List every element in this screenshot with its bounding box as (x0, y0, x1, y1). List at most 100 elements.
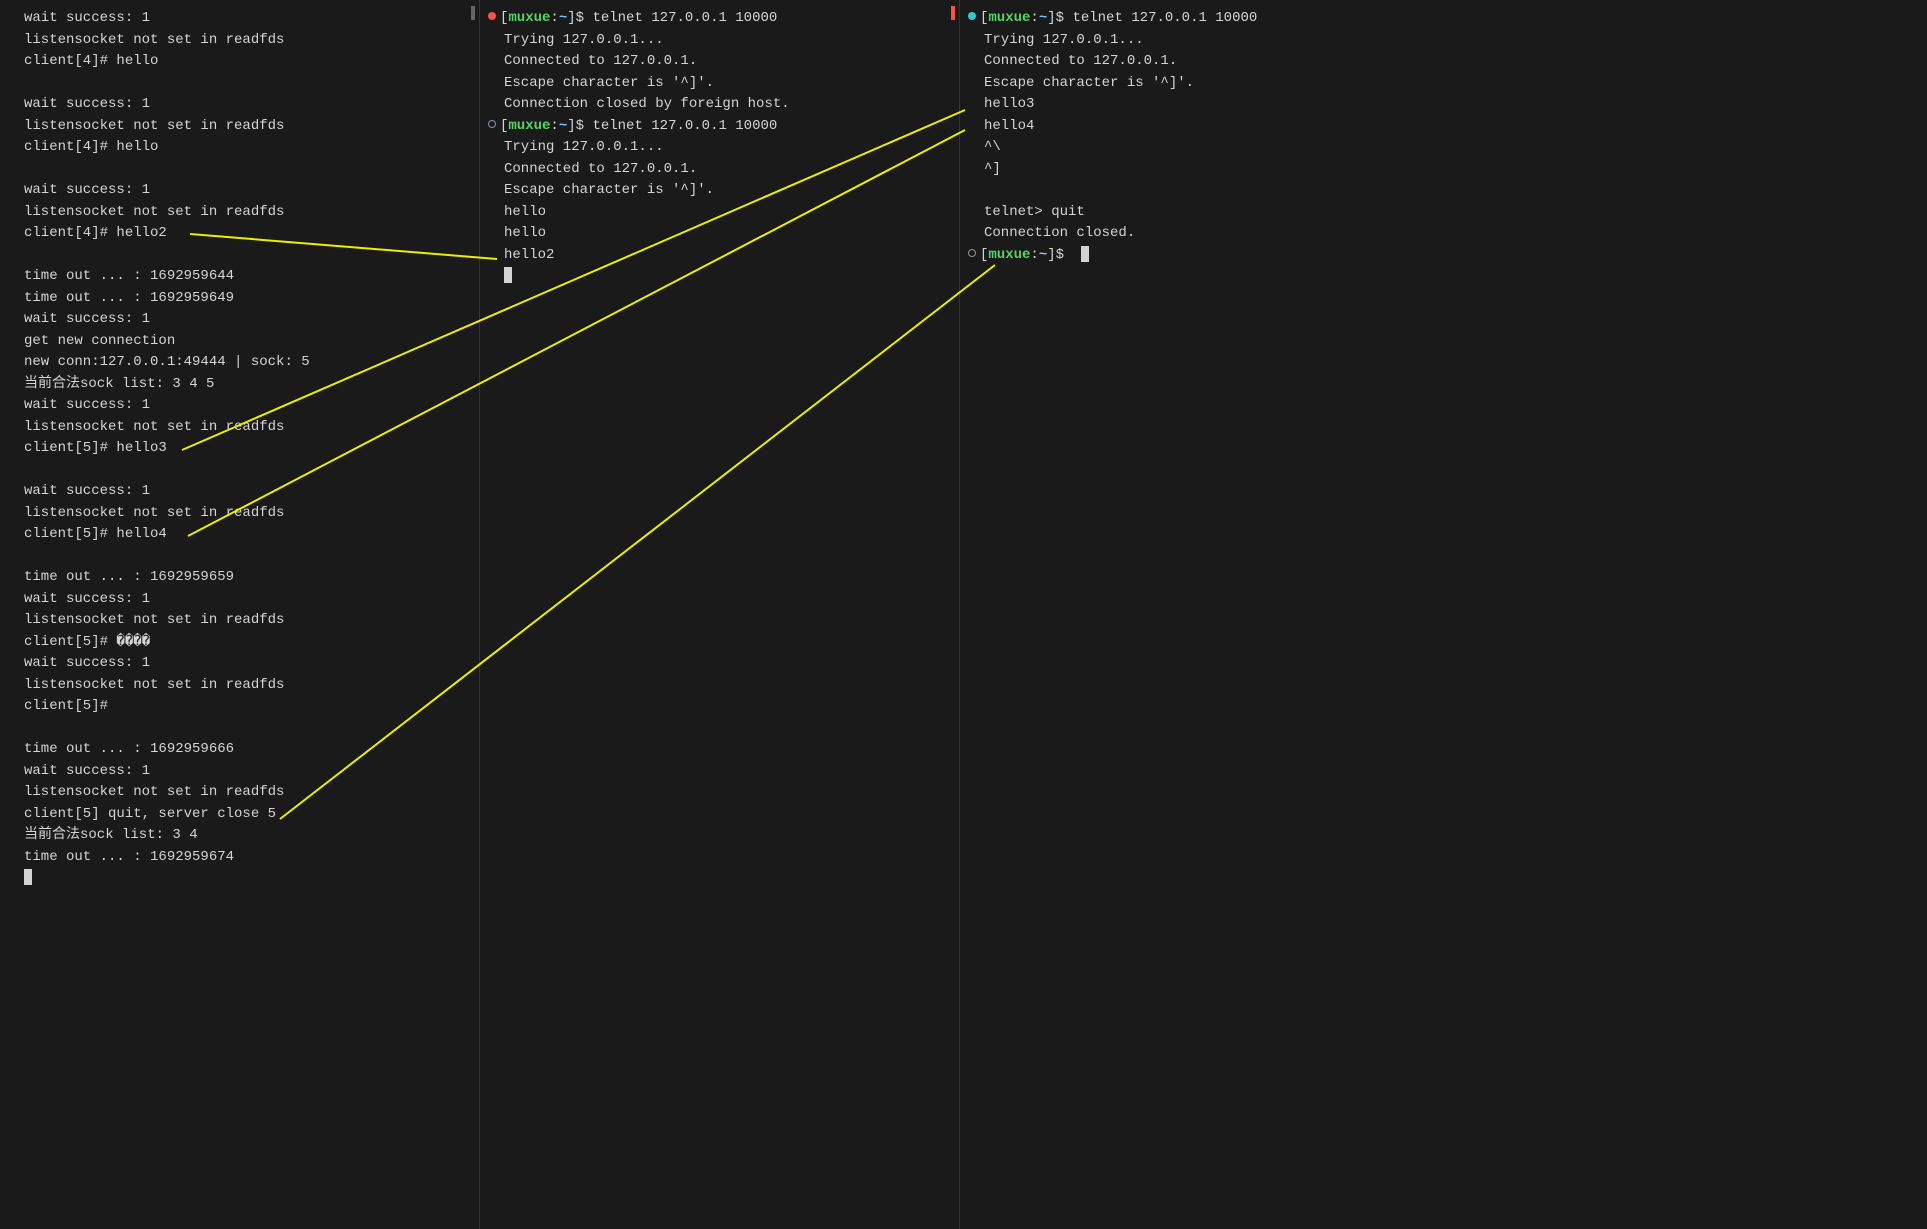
cursor-icon (1081, 246, 1089, 262)
terminal-line: hello (484, 202, 955, 224)
terminal-line: client[5] quit, server close 5 (4, 804, 475, 826)
terminal-line: time out ... : 1692959644 (4, 266, 475, 288)
terminal-line: ^] (964, 159, 1436, 181)
prompt-dollar: $ (1056, 10, 1073, 26)
prompt-path: ~ (559, 118, 567, 134)
prompt-close-bracket: ] (567, 118, 575, 134)
terminal-line: hello4 (964, 116, 1436, 138)
pane-indicator-icon (471, 6, 475, 20)
terminal-line (4, 546, 475, 568)
terminal-line: hello2 (484, 245, 955, 267)
prompt-colon: : (1030, 247, 1038, 263)
terminal-line: client[4]# hello2 (4, 223, 475, 245)
terminal-line: wait success: 1 (4, 309, 475, 331)
terminal-line: Trying 127.0.0.1... (484, 30, 955, 52)
terminal-output-right: [muxue:~]$ telnet 127.0.0.1 10000Trying … (964, 8, 1436, 266)
terminal-line: get new connection (4, 331, 475, 353)
terminal-output-left: wait success: 1listensocket not set in r… (4, 8, 475, 890)
terminal-line: listensocket not set in readfds (4, 202, 475, 224)
terminal-line: listensocket not set in readfds (4, 503, 475, 525)
terminal-line: [muxue:~]$ telnet 127.0.0.1 10000 (484, 116, 955, 138)
terminal-line: new conn:127.0.0.1:49444 | sock: 5 (4, 352, 475, 374)
terminal-line: time out ... : 1692959674 (4, 847, 475, 869)
terminal-line (484, 266, 955, 288)
terminal-pane-right[interactable]: [muxue:~]$ telnet 127.0.0.1 10000Trying … (960, 0, 1440, 1229)
terminal-line: client[4]# hello (4, 137, 475, 159)
terminal-line (4, 718, 475, 740)
prompt-dollar: $ (576, 10, 593, 26)
status-dot-icon (488, 12, 496, 20)
terminal-line (4, 868, 475, 890)
prompt-user: muxue (508, 118, 550, 134)
prompt-dollar: $ (576, 118, 593, 134)
terminal-line: hello (484, 223, 955, 245)
terminal-line: client[5]# (4, 696, 475, 718)
terminal-line: client[5]# ���� (4, 632, 475, 654)
terminal-line: listensocket not set in readfds (4, 675, 475, 697)
terminal-line: wait success: 1 (4, 180, 475, 202)
terminal-line: wait success: 1 (4, 653, 475, 675)
prompt-close-bracket: ] (1047, 247, 1055, 263)
terminal-pane-middle[interactable]: [muxue:~]$ telnet 127.0.0.1 10000Trying … (480, 0, 960, 1229)
terminal-line: [muxue:~]$ telnet 127.0.0.1 10000 (964, 8, 1436, 30)
terminal-line: [muxue:~]$ telnet 127.0.0.1 10000 (484, 8, 955, 30)
terminal-line: listensocket not set in readfds (4, 782, 475, 804)
prompt-close-bracket: ] (1047, 10, 1055, 26)
terminal-line: wait success: 1 (4, 481, 475, 503)
terminal-line: wait success: 1 (4, 761, 475, 783)
terminal-line: 当前合法sock list: 3 4 5 (4, 374, 475, 396)
status-dot-icon (968, 249, 976, 257)
terminal-line: Escape character is '^]'. (484, 73, 955, 95)
command-text: telnet 127.0.0.1 10000 (1072, 10, 1257, 26)
prompt-path: ~ (1039, 247, 1047, 263)
terminal-line: listensocket not set in readfds (4, 116, 475, 138)
pane-indicator-red-icon (951, 6, 955, 20)
terminal-line (4, 73, 475, 95)
terminal-line (4, 460, 475, 482)
terminal-line: Escape character is '^]'. (964, 73, 1436, 95)
terminal-line: [muxue:~]$ (964, 245, 1436, 267)
terminal-line: listensocket not set in readfds (4, 417, 475, 439)
terminal-line (964, 180, 1436, 202)
terminal-line: client[5]# hello3 (4, 438, 475, 460)
prompt-colon: : (550, 118, 558, 134)
terminal-line: wait success: 1 (4, 8, 475, 30)
terminal-line: listensocket not set in readfds (4, 610, 475, 632)
terminal-line: wait success: 1 (4, 589, 475, 611)
command-text: telnet 127.0.0.1 10000 (592, 118, 777, 134)
terminal-line: Connected to 127.0.0.1. (964, 51, 1436, 73)
terminal-line: wait success: 1 (4, 395, 475, 417)
terminal-container: wait success: 1listensocket not set in r… (0, 0, 1927, 1229)
terminal-output-middle: [muxue:~]$ telnet 127.0.0.1 10000Trying … (484, 8, 955, 288)
terminal-line: Connection closed by foreign host. (484, 94, 955, 116)
prompt-dollar: $ (1056, 247, 1073, 263)
cursor-icon (504, 267, 512, 283)
terminal-line: hello3 (964, 94, 1436, 116)
prompt-colon: : (1030, 10, 1038, 26)
prompt-path: ~ (1039, 10, 1047, 26)
cursor-icon (24, 869, 32, 885)
terminal-line: Escape character is '^]'. (484, 180, 955, 202)
terminal-line: Connection closed. (964, 223, 1436, 245)
terminal-line: client[4]# hello (4, 51, 475, 73)
terminal-line: time out ... : 1692959666 (4, 739, 475, 761)
terminal-line: 当前合法sock list: 3 4 (4, 825, 475, 847)
terminal-line: wait success: 1 (4, 94, 475, 116)
terminal-line: telnet> quit (964, 202, 1436, 224)
terminal-line (4, 245, 475, 267)
terminal-line: Trying 127.0.0.1... (484, 137, 955, 159)
terminal-line: time out ... : 1692959659 (4, 567, 475, 589)
terminal-line: time out ... : 1692959649 (4, 288, 475, 310)
terminal-line: client[5]# hello4 (4, 524, 475, 546)
prompt-user: muxue (988, 10, 1030, 26)
prompt-user: muxue (988, 247, 1030, 263)
prompt-user: muxue (508, 10, 550, 26)
terminal-line: Connected to 127.0.0.1. (484, 159, 955, 181)
status-dot-icon (488, 120, 496, 128)
prompt-colon: : (550, 10, 558, 26)
status-dot-icon (968, 12, 976, 20)
terminal-line: Connected to 127.0.0.1. (484, 51, 955, 73)
prompt-close-bracket: ] (567, 10, 575, 26)
terminal-pane-left[interactable]: wait success: 1listensocket not set in r… (0, 0, 480, 1229)
prompt-path: ~ (559, 10, 567, 26)
